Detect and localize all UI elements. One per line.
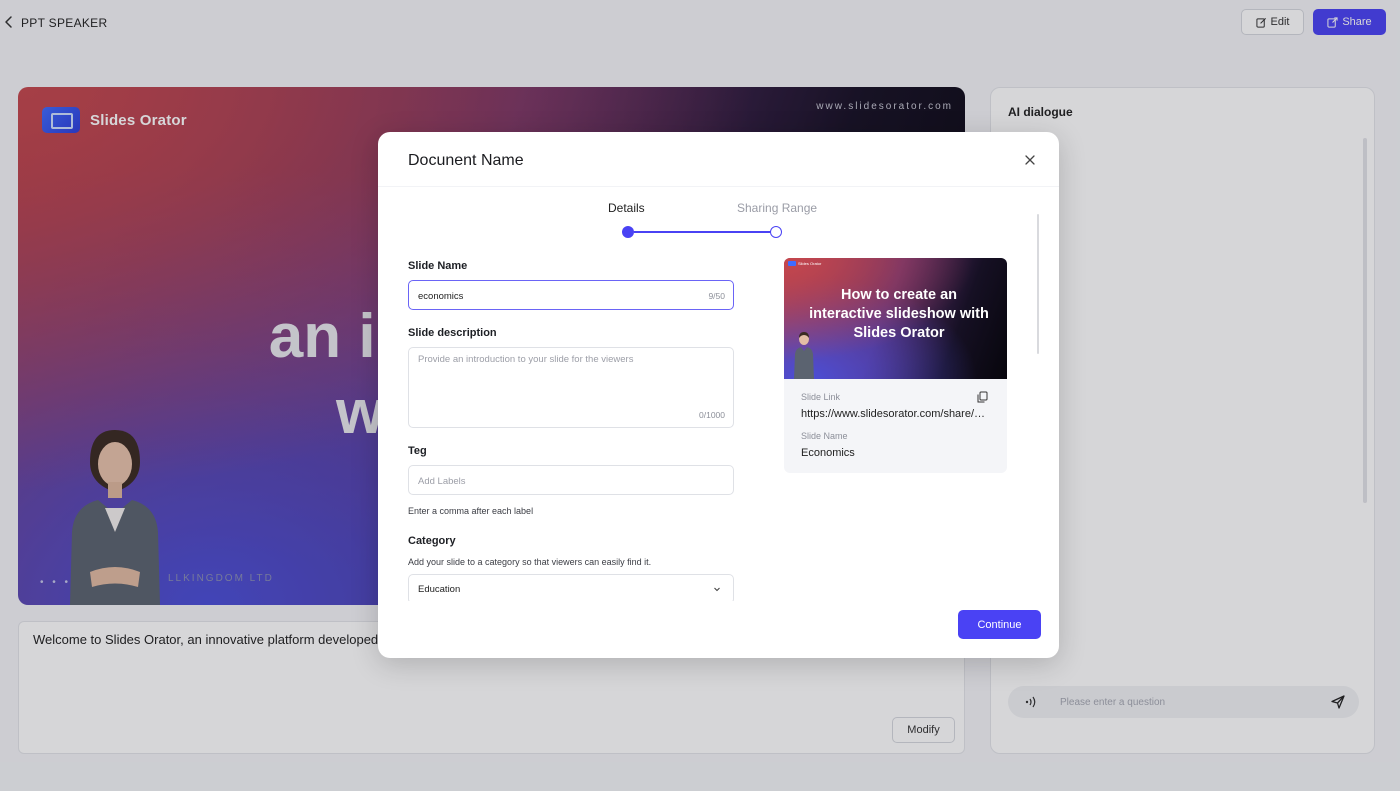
slide-link-value[interactable]: https://www.slidesorator.com/share/econo… — [801, 408, 991, 420]
details-form: Slide Name 9/50 Slide description 0/1000… — [408, 256, 734, 601]
slide-name-input[interactable] — [418, 288, 688, 304]
tag-input[interactable] — [418, 473, 688, 489]
close-icon[interactable] — [1023, 153, 1037, 167]
step-sharing-range-dot — [770, 226, 782, 238]
slide-name-label: Slide Name — [408, 260, 468, 272]
modal-header-divider — [378, 186, 1059, 187]
slide-name-counter: 9/50 — [708, 291, 725, 301]
slide-thumbnail: Slides Orator How to create an interacti… — [784, 258, 1007, 379]
thumbnail-title: How to create an interactive slideshow w… — [809, 287, 989, 341]
step-sharing-range-label[interactable]: Sharing Range — [737, 201, 817, 215]
preview-slide-name-value: Economics — [801, 447, 855, 459]
modal-scrollbar[interactable] — [1037, 214, 1039, 354]
step-details-dot — [622, 226, 634, 238]
category-label: Category — [408, 535, 456, 547]
tag-label: Teg — [408, 445, 427, 457]
step-connector — [634, 231, 771, 233]
thumbnail-brand: Slides Orator — [788, 261, 821, 266]
tag-field — [408, 465, 734, 495]
copy-icon[interactable] — [977, 391, 988, 403]
chevron-down-icon — [714, 587, 720, 592]
category-helper-text: Add your slide to a category so that vie… — [408, 557, 652, 567]
category-select[interactable]: Education — [408, 574, 734, 601]
slide-link-label: Slide Link — [801, 392, 841, 402]
slide-description-field: 0/1000 — [408, 347, 734, 428]
continue-button[interactable]: Continue — [958, 610, 1041, 639]
share-preview-card: Slides Orator How to create an interacti… — [784, 258, 1007, 473]
document-modal: Docunent Name Details Sharing Range Slid… — [378, 132, 1059, 658]
modal-title: Docunent Name — [408, 152, 524, 169]
preview-slide-name-label: Slide Name — [801, 431, 848, 441]
tag-helper-text: Enter a comma after each label — [408, 506, 534, 516]
thumbnail-avatar — [794, 332, 814, 379]
category-selected-value: Education — [418, 584, 461, 595]
slide-name-field: 9/50 — [408, 280, 734, 310]
step-details-label[interactable]: Details — [608, 201, 645, 215]
slide-description-counter: 0/1000 — [699, 410, 725, 420]
slide-description-textarea[interactable] — [418, 354, 718, 404]
slide-description-label: Slide description — [408, 327, 497, 339]
